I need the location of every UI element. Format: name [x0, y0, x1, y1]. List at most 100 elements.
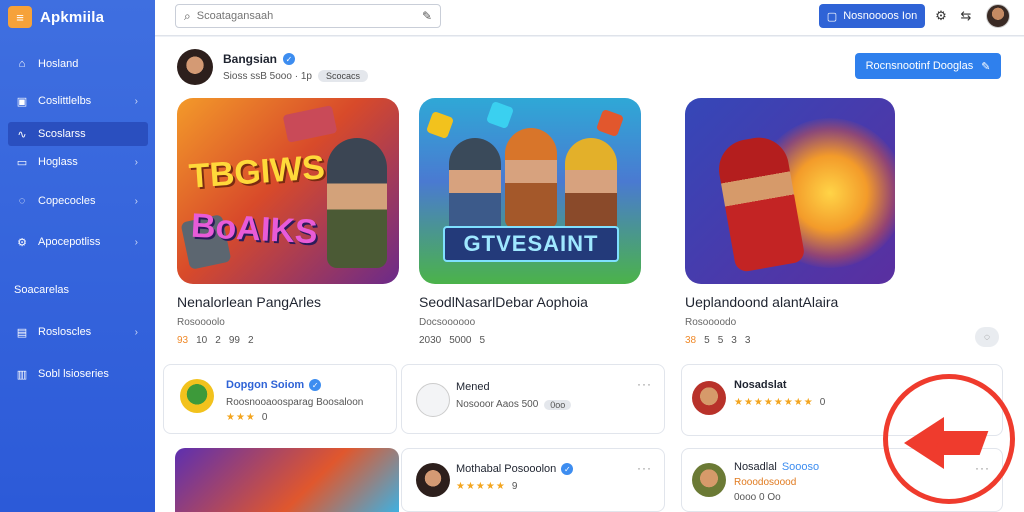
sidebar-item-label: Apocepotliss	[38, 236, 101, 248]
card-meta: 0ooo 0 Oo	[734, 492, 781, 503]
sidebar-item-collections[interactable]: ▣ Coslittlelbs ›	[8, 89, 148, 113]
game-thumbnail[interactable]	[175, 448, 399, 512]
featured-title[interactable]: SeodlNasarlDebar Aophoia	[419, 294, 641, 310]
more-icon[interactable]: ···	[637, 461, 652, 475]
follow-button-label: Rocnsnootinf Dooglas	[865, 60, 974, 72]
decor-character	[449, 138, 501, 238]
decor-character	[565, 138, 617, 238]
sidebar-item-label: Hosland	[38, 58, 79, 70]
game-cover-image: TBGIWS BoAIKS	[177, 98, 399, 284]
featured-card[interactable]: Ueplandoond alantAlaira Rosoooodo 38 5 5…	[685, 98, 907, 346]
more-icon[interactable]: ···	[637, 377, 652, 391]
avatar	[692, 381, 726, 415]
chevron-right-icon: ›	[134, 236, 138, 248]
profile-name: Bangsian ✓	[223, 52, 368, 66]
sidebar-item-label: Copecocles	[38, 195, 96, 207]
sidebar-item-label: Sobl lsioseries	[38, 368, 109, 380]
featured-subtitle: Rosoooolo	[177, 317, 225, 328]
sidebar-item-label: Scoslarss	[38, 128, 86, 140]
featured-stats: 93 10 2 99 2	[177, 335, 399, 346]
decor-gem	[595, 108, 625, 138]
profile-meta: Sioss ssB 5ooo · 1p Scocacs	[223, 70, 368, 82]
mic-icon[interactable]: ✎	[422, 9, 432, 23]
app-name: Apkmiila	[40, 8, 105, 26]
more-options-button[interactable]: ◌	[975, 327, 999, 347]
sidebar-item-windows[interactable]: ▭ Hoglass ›	[8, 150, 148, 174]
cover-word: TBGIWS	[187, 148, 327, 196]
avatar	[416, 383, 450, 417]
featured-stats: 2030 5000 5	[419, 335, 641, 346]
waves-icon: ∿	[17, 128, 27, 141]
chat-icon: ◌	[18, 195, 26, 207]
card-title-text: Mothabal Posooolon	[456, 463, 557, 475]
decor-gem	[485, 100, 515, 130]
user-avatar[interactable]	[986, 4, 1010, 28]
list-card[interactable]: Mened Nosooor Aaos 500 0oo ···	[401, 364, 665, 434]
annotation-arrow-icon	[883, 374, 1015, 504]
search-icon: ⌕	[184, 8, 191, 23]
main-content: Bangsian ✓ Sioss ssB 5ooo · 1p Scocacs R…	[155, 37, 1024, 512]
sidebar-item-settings[interactable]: ⚙ Apocepotliss ›	[8, 230, 148, 254]
profile-chip[interactable]: Scocacs	[317, 70, 368, 82]
sidebar-item-home[interactable]: ⌂ Hosland	[8, 52, 148, 76]
card-chip[interactable]: 0oo	[544, 399, 572, 410]
stat-value: 5000	[449, 335, 472, 346]
avatar	[180, 379, 214, 413]
stat-value: 2	[247, 335, 254, 346]
gear-icon: ⚙	[17, 236, 27, 249]
sidebar-item-chat[interactable]: ◌ Copecocles ›	[8, 189, 148, 213]
sidebar: ≡ Apkmiila ⌂ Hosland ▣ Coslittlelbs › ∿ …	[0, 0, 155, 512]
featured-card[interactable]: TBGIWS BoAIKS Nenalorlean PangArles Roso…	[177, 98, 399, 346]
list-card[interactable]: Mothabal Posooolon ✓ ★★★★★ 9 ···	[401, 448, 665, 512]
cover-word: BoAIKS	[190, 206, 319, 252]
app-logo-icon: ≡	[8, 6, 32, 28]
card-title-text: Dopgon Soiom	[226, 379, 305, 391]
rating-count: 0	[261, 412, 268, 423]
list-card[interactable]: Dopgon Soiom ✓ Roosnooaoosparag Boosaloo…	[163, 364, 397, 434]
window-icon: ▭	[16, 156, 28, 169]
settings-icon[interactable]: ⚙	[933, 8, 949, 24]
featured-card[interactable]: GTVESAINT SeodlNasarlDebar Aophoia Docso…	[419, 98, 641, 346]
card-rating: ★★★★★ 9	[456, 481, 517, 492]
card-title: Dopgon Soiom ✓	[226, 379, 322, 391]
avatar	[692, 463, 726, 497]
profile-meta-text: Sioss ssB 5ooo · 1p	[223, 70, 312, 82]
share-icon[interactable]: ⇆	[958, 8, 974, 24]
game-cover-image: GTVESAINT	[419, 98, 641, 284]
search-box[interactable]: ⌕ ✎	[175, 4, 441, 28]
sidebar-item-label: Hoglass	[38, 156, 78, 168]
decor-character	[327, 138, 387, 268]
search-input[interactable]	[196, 10, 416, 22]
card-title: Mothabal Posooolon ✓	[456, 463, 574, 475]
card-title-accent: Soooso	[781, 461, 820, 473]
brand[interactable]: ≡ Apkmiila	[0, 0, 155, 34]
sidebar-item-active[interactable]: ∿ Scoslarss	[8, 122, 148, 146]
chevron-right-icon: ›	[134, 195, 138, 207]
primary-action-label: Nosnoooos Ion	[843, 10, 918, 22]
stat-value: 2030	[419, 335, 442, 346]
primary-action-button[interactable]: ▢ Nosnoooos Ion	[819, 4, 925, 28]
featured-subtitle: Rosoooodo	[685, 317, 737, 328]
card-rating: ★★★★★★★★ 0	[734, 397, 825, 408]
sidebar-item-label: Rosloscles	[38, 326, 92, 338]
stat-value: 2	[215, 335, 221, 346]
chevron-right-icon: ›	[134, 156, 138, 168]
stat-value: 10	[196, 335, 208, 346]
card-subtitle-text: Nosooor Aaos 500	[456, 399, 539, 410]
stat-value: 99	[228, 335, 240, 346]
decor-gem	[425, 110, 455, 140]
follow-button[interactable]: Rocnsnootinf Dooglas ✎	[855, 53, 1001, 79]
sidebar-item-resources[interactable]: ▤ Rosloscles ›	[8, 320, 148, 344]
avatar[interactable]	[177, 49, 213, 85]
chevron-right-icon: ›	[134, 95, 138, 107]
box-icon: ▤	[16, 326, 28, 339]
card-title: Nosadslat	[734, 379, 787, 391]
stat-value: 3	[744, 335, 751, 346]
edit-icon: ✎	[981, 60, 991, 73]
card-subtitle: Roosnooaoosparag Boosaloon	[226, 397, 364, 408]
verified-icon: ✓	[309, 379, 322, 391]
home-icon: ⌂	[18, 58, 26, 70]
featured-title[interactable]: Ueplandoond alantAlaira	[685, 294, 907, 310]
featured-title[interactable]: Nenalorlean PangArles	[177, 294, 399, 310]
sidebar-item-documents[interactable]: ▥ Sobl lsioseries	[8, 362, 148, 386]
